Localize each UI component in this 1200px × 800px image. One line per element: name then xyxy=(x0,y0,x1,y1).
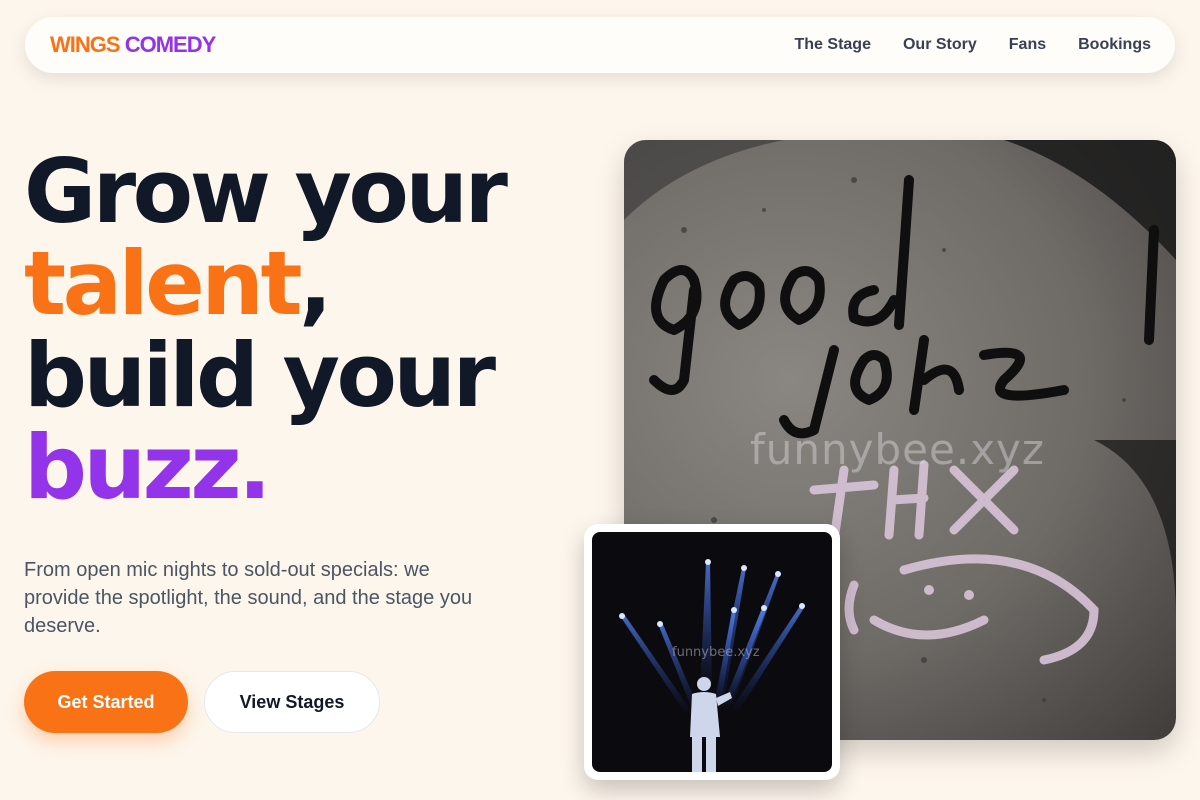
inset-image-watermark: funnybee.xyz xyxy=(672,645,760,660)
brand-logo[interactable]: WINGS COMEDY xyxy=(50,32,217,58)
main-nav: The Stage Our Story Fans Bookings xyxy=(795,36,1152,54)
hero-headline: Grow your talent, build your buzz. xyxy=(24,140,508,514)
main-image-watermark: funnybee.xyz xyxy=(750,425,1045,474)
nav-link-our-story[interactable]: Our Story xyxy=(903,36,977,54)
brand-logo-part1: WINGS xyxy=(50,32,121,57)
brand-logo-part2: COMEDY xyxy=(124,32,217,57)
view-stages-button[interactable]: View Stages xyxy=(204,671,380,733)
nav-link-bookings[interactable]: Bookings xyxy=(1078,36,1151,54)
headline-line-3: build your xyxy=(24,324,496,427)
headline-highlight-buzz: buzz xyxy=(24,416,242,519)
top-navbar: WINGS COMEDY The Stage Our Story Fans Bo… xyxy=(25,17,1175,73)
headline-highlight-talent: talent xyxy=(24,232,303,335)
nav-link-fans[interactable]: Fans xyxy=(1009,36,1046,54)
get-started-button[interactable]: Get Started xyxy=(24,671,188,733)
hero-subtext: From open mic nights to sold-out special… xyxy=(24,559,473,637)
headline-line-4: buzz. xyxy=(24,422,504,514)
headline-line-4-rest: . xyxy=(238,416,271,519)
nav-link-the-stage[interactable]: The Stage xyxy=(795,36,871,54)
headline-line-2: talent, xyxy=(24,238,504,330)
headline-line-2-rest: , xyxy=(299,232,332,335)
headline-line-1: Grow your xyxy=(24,140,508,243)
